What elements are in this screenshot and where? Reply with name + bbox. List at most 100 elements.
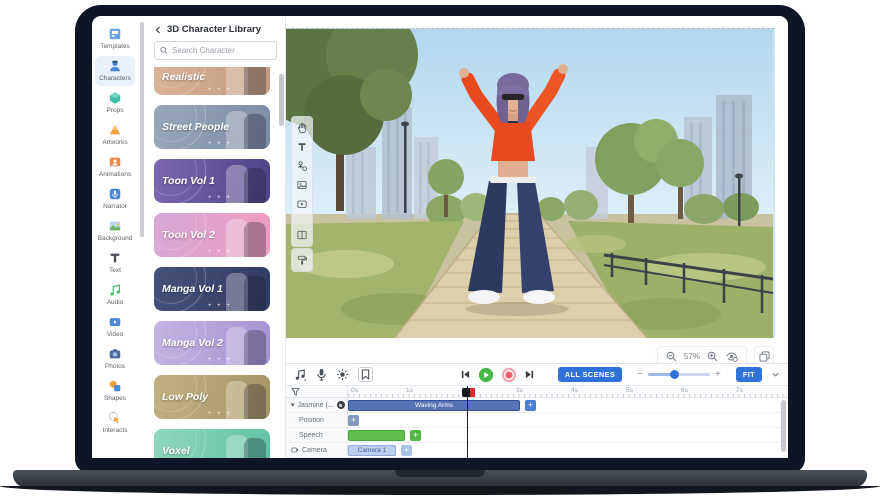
category-label: Low Poly <box>162 391 208 403</box>
add-animation-button[interactable]: + <box>525 400 536 411</box>
collapse-timeline-icon[interactable] <box>771 370 780 379</box>
sidebar-item-background[interactable]: Background <box>95 216 135 246</box>
animations-icon <box>108 155 122 169</box>
sidebar-item-artworks[interactable]: Artworks <box>95 120 135 150</box>
slider-minus[interactable]: − <box>637 370 643 380</box>
category-card-street-people[interactable]: Street People + + + <box>154 105 270 149</box>
slider-handle[interactable] <box>670 370 679 379</box>
image-tool[interactable] <box>296 179 308 191</box>
sidebar-item-audio[interactable]: Audio <box>95 280 135 310</box>
skip-end-icon[interactable] <box>524 369 535 380</box>
zoom-in-icon[interactable] <box>707 351 718 362</box>
category-card-manga-vol-1[interactable]: Manga Vol 1 + + + <box>154 267 270 311</box>
back-icon[interactable] <box>154 26 162 34</box>
track-name: Speech <box>286 432 323 439</box>
character-pose-tool[interactable] <box>296 160 308 172</box>
card-figure <box>244 438 266 458</box>
paint-roller-tool[interactable] <box>296 254 308 266</box>
add-position-keyframe-button[interactable]: + <box>348 415 359 426</box>
track-row-position[interactable]: Position <box>286 413 347 428</box>
sidebar-item-templates[interactable]: Templates <box>95 24 135 54</box>
track-filter[interactable] <box>286 386 347 398</box>
category-card-realistic[interactable]: Realistic + + + <box>154 67 270 95</box>
background-icon <box>108 219 122 233</box>
sidebar-item-label: Characters <box>99 75 131 82</box>
timeline-scrollbar[interactable] <box>781 400 786 452</box>
sidebar-item-interacts[interactable]: Interacts <box>95 408 135 438</box>
speech-clip[interactable] <box>348 430 405 441</box>
track-name: Jasmine (... <box>298 402 334 409</box>
add-music-icon[interactable] <box>294 368 307 381</box>
pan-hand-tool[interactable] <box>296 122 308 134</box>
effects-icon[interactable] <box>336 368 349 381</box>
category-label: Toon Vol 1 <box>162 175 215 187</box>
animation-clip-waving-arms[interactable]: Waving Arms <box>348 400 520 411</box>
all-scenes-button[interactable]: ALL SCENES <box>558 367 622 382</box>
play-button[interactable] <box>478 367 494 383</box>
category-card-toon-vol-1[interactable]: Toon Vol 1 + + + <box>154 159 270 203</box>
playhead-handle[interactable] <box>462 388 470 397</box>
bookmark-icon <box>361 369 370 380</box>
text-tool[interactable] <box>296 141 308 153</box>
fit-button[interactable]: FIT <box>736 367 762 382</box>
card-figure <box>244 168 266 203</box>
search-box[interactable] <box>154 41 277 60</box>
zoom-out-icon[interactable] <box>666 351 677 362</box>
clip-row-position: + <box>348 413 788 428</box>
category-card-voxel[interactable]: Voxel + + + <box>154 429 270 458</box>
record-voice-icon[interactable] <box>316 368 327 381</box>
track-row-speech[interactable]: Speech <box>286 428 347 443</box>
panel-header: 3D Character Library <box>146 16 285 41</box>
sidebar-item-text[interactable]: Text <box>95 248 135 278</box>
preview-eye-icon[interactable] <box>725 351 738 362</box>
transport-controls <box>460 367 535 383</box>
slider-track[interactable] <box>648 373 710 376</box>
panel-scrollbar[interactable] <box>279 74 284 126</box>
timeline-toolbar: ALL SCENES − + FIT <box>286 364 788 386</box>
sidebar-item-characters[interactable]: Characters <box>95 56 135 86</box>
sidebar-item-animations[interactable]: Animations <box>95 152 135 182</box>
text-icon <box>108 251 122 265</box>
track-camera-icon[interactable] <box>337 401 345 409</box>
collapse-track-icon[interactable]: ▾ <box>291 401 295 409</box>
laptop-base-notch <box>395 470 485 477</box>
category-card-manga-vol-2[interactable]: Manga Vol 2 + + + <box>154 321 270 365</box>
sidebar-scrollbar[interactable] <box>140 22 144 237</box>
ruler-tick: 7s <box>736 387 743 394</box>
track-content: 0s 1s 2s 3s 4s 5s 6s 7s Waving Arms + <box>348 386 788 458</box>
sidebar-item-shapes[interactable]: Shapes <box>95 376 135 406</box>
timeline-body: ▾ Jasmine (... Position Speech <box>286 386 788 458</box>
add-camera-button[interactable]: + <box>401 445 412 456</box>
timeline-ruler[interactable]: 0s 1s 2s 3s 4s 5s 6s 7s <box>348 386 788 398</box>
artworks-icon <box>108 123 122 137</box>
track-row-jasmine[interactable]: ▾ Jasmine (... <box>286 398 347 413</box>
sidebar-item-label: Props <box>107 107 124 114</box>
split-layout-tool[interactable] <box>296 229 308 241</box>
add-speech-button[interactable]: + <box>410 430 421 441</box>
panel-title: 3D Character Library <box>167 24 261 35</box>
ruler-tick: 4s <box>571 387 578 394</box>
video-tool[interactable] <box>296 198 308 210</box>
sidebar-item-photos[interactable]: Photos <box>95 344 135 374</box>
main-sidebar: Templates Characters Props Artworks Anim… <box>92 16 138 458</box>
record-button[interactable] <box>501 367 517 383</box>
clip-row-speech: + <box>348 428 788 443</box>
interacts-icon <box>108 411 122 425</box>
clip-row-jasmine: Waving Arms + <box>348 398 788 413</box>
card-figure <box>244 276 266 311</box>
category-card-toon-vol-2[interactable]: Toon Vol 2 + + + <box>154 213 270 257</box>
track-row-camera[interactable]: Camera <box>286 443 347 458</box>
camera-clip[interactable]: Camera 1 <box>348 445 396 456</box>
skip-start-icon[interactable] <box>460 369 471 380</box>
camera-track-icon <box>291 446 299 454</box>
category-card-low-poly[interactable]: Low Poly + + + <box>154 375 270 419</box>
category-label: Manga Vol 1 <box>162 283 223 295</box>
slider-plus[interactable]: + <box>715 370 721 380</box>
sidebar-item-props[interactable]: Props <box>95 88 135 118</box>
sidebar-item-narrator[interactable]: Narrator <box>95 184 135 214</box>
bookmark-tool[interactable] <box>358 367 373 382</box>
search-input[interactable] <box>172 46 271 55</box>
characters-icon <box>108 59 122 73</box>
scene-stage[interactable] <box>286 28 775 338</box>
sidebar-item-video[interactable]: Video <box>95 312 135 342</box>
